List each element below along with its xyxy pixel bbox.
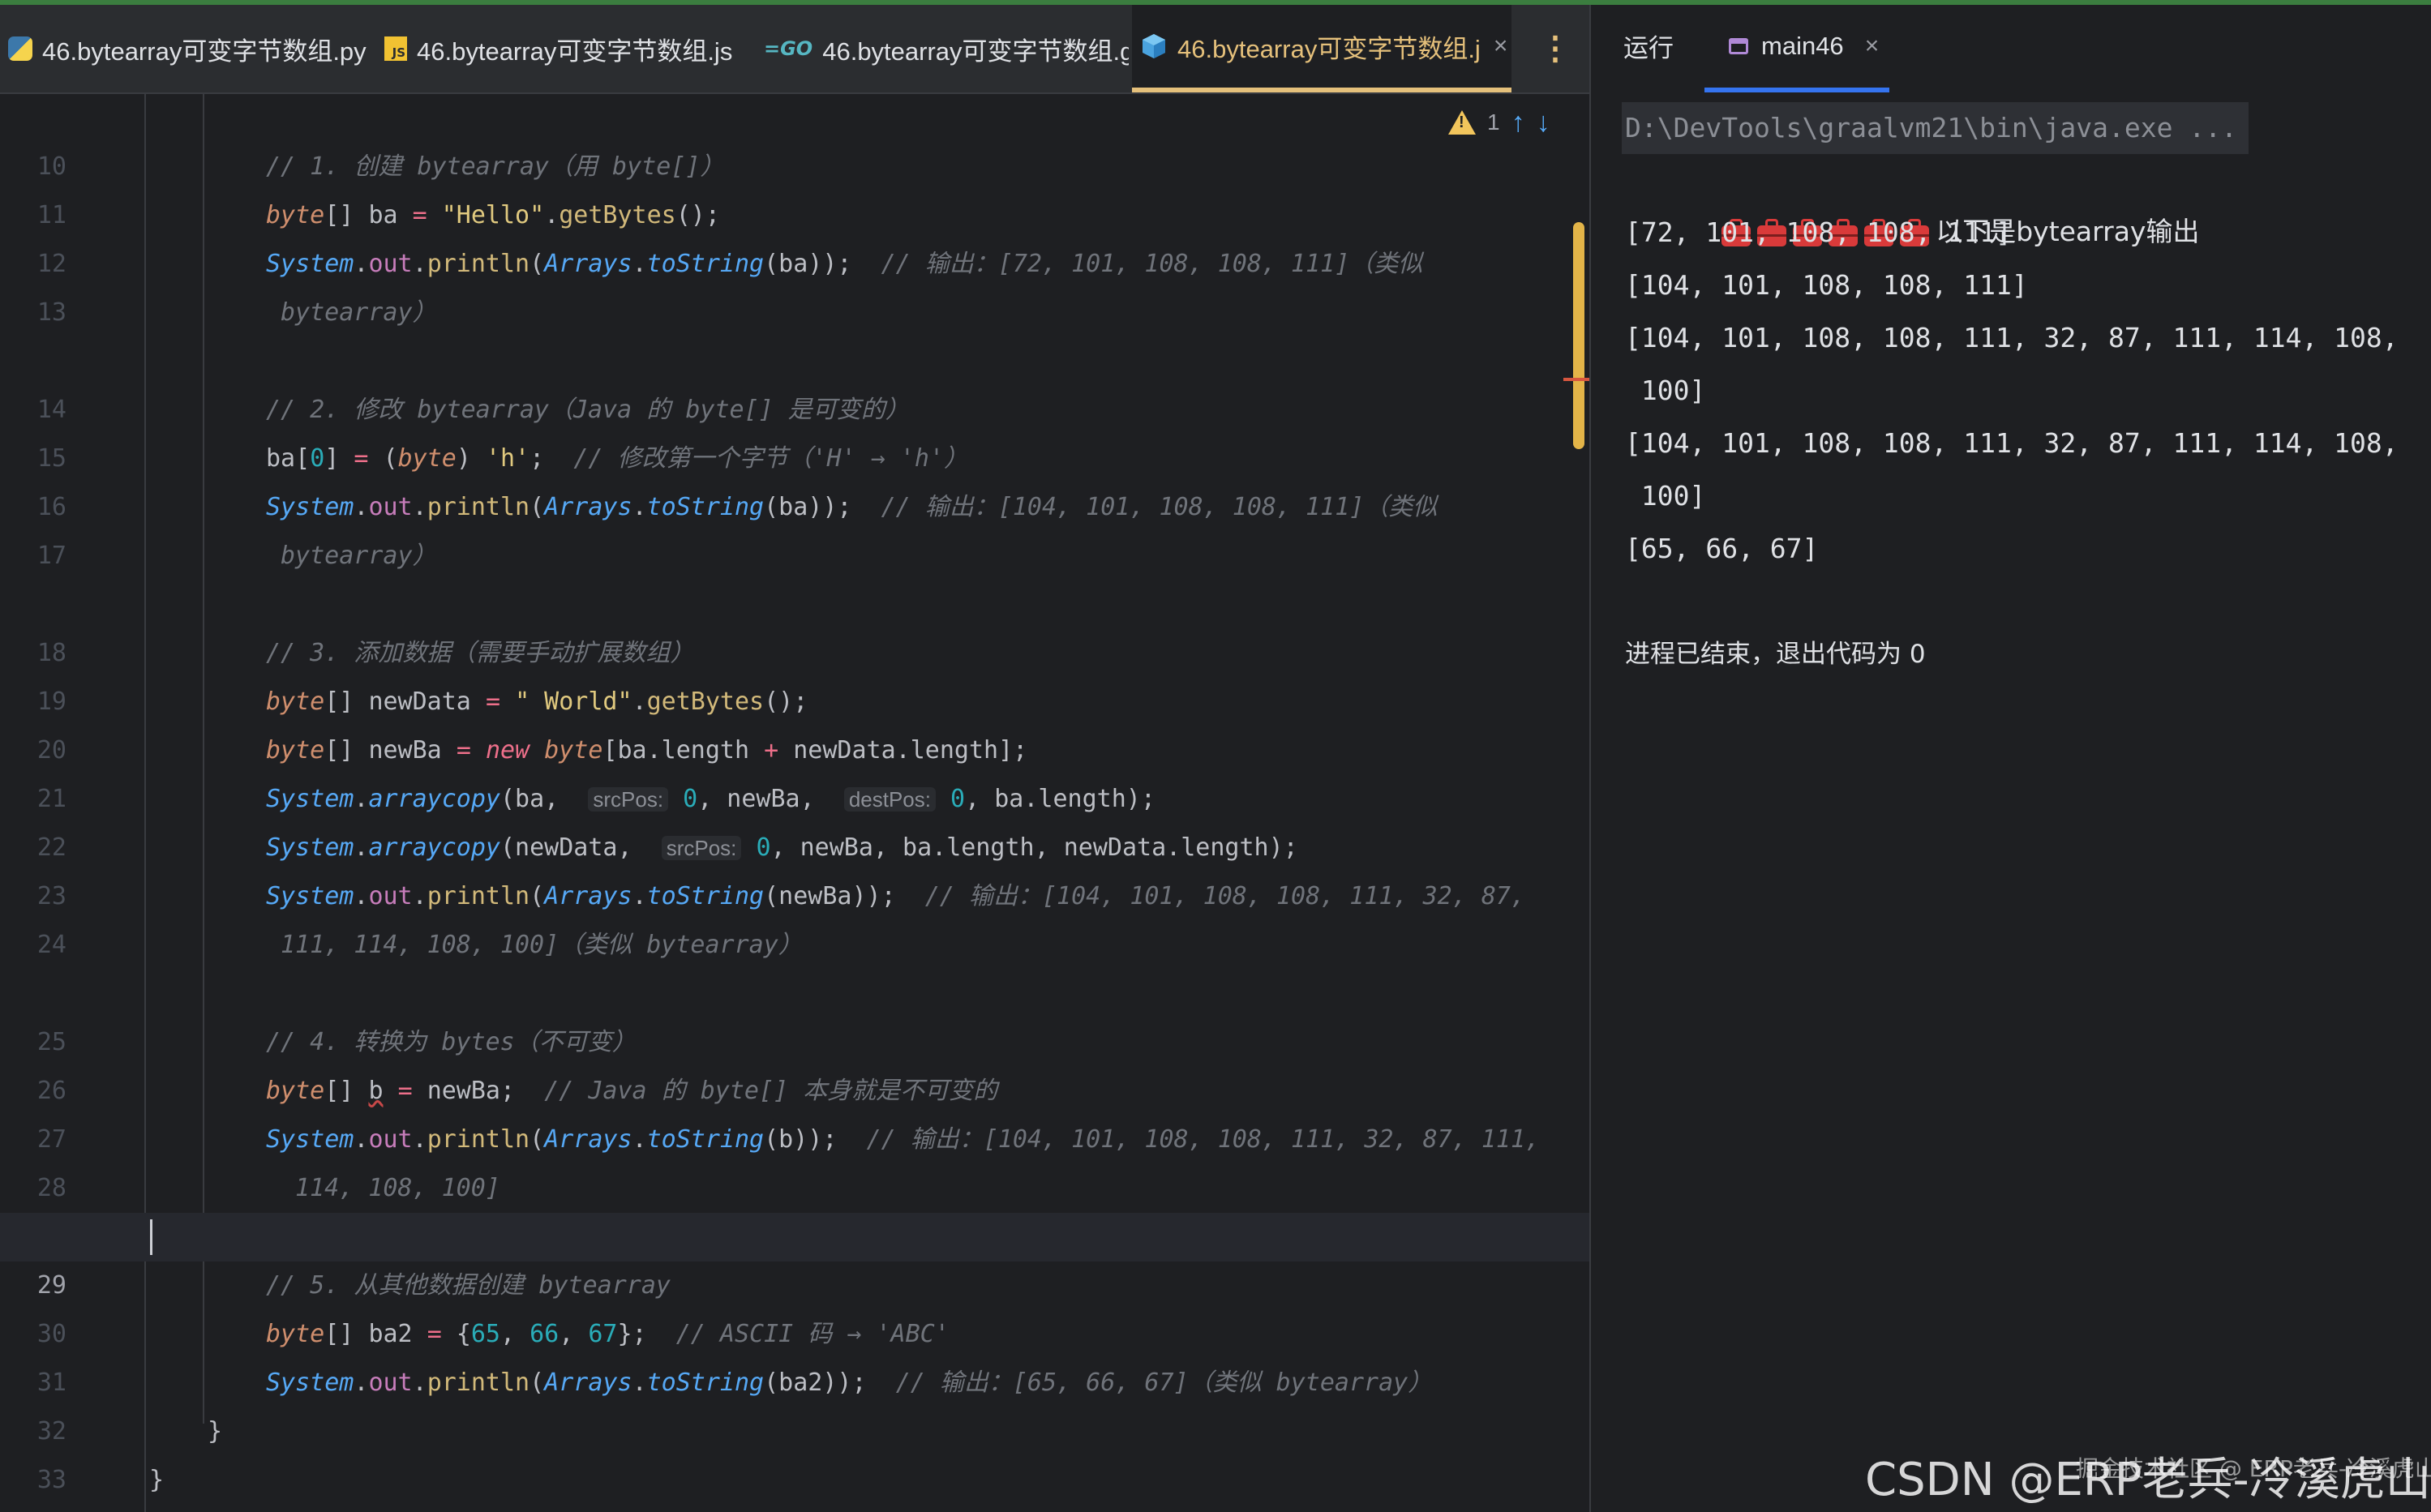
close-icon[interactable]: × <box>1494 32 1508 60</box>
code-line: 18 <box>0 580 1589 667</box>
javascript-file-icon: JS <box>384 36 407 61</box>
text-caret <box>150 1219 152 1255</box>
tab-python-file[interactable]: 46.bytearray可变字节数组.py <box>0 5 371 92</box>
code-editor[interactable]: 1 ↑ ↓ 10 11 // 1. 创建 bytearray（用 byte[]）… <box>0 94 1589 1512</box>
tab-label: 46.bytearray可变字节数组.j <box>1177 34 1481 63</box>
comment: // 输出：[72, 101, 108, 108, 111]（类似 <box>881 250 1423 278</box>
juejin-watermark: 掘金技术社区 @ ERP老兵-冷溪虎山 <box>2076 1455 2431 1482</box>
comment: // 2. 修改 bytearray（Java 的 byte[] 是可变的） <box>266 396 910 424</box>
current-code-line[interactable]: 29 <box>0 1213 1589 1300</box>
code-line: 16 ba[0] = (byte) 'h'; // 修改第一个字节（'H' → … <box>0 435 1589 521</box>
comment: // 5. 从其他数据创建 bytearray <box>266 1271 671 1300</box>
code-line: 11 // 1. 创建 bytearray（用 byte[]） <box>0 143 1589 229</box>
close-icon[interactable]: × <box>1865 32 1880 60</box>
code-line: 25 <box>0 970 1589 1056</box>
run-panel-title: 运行 <box>1623 34 1674 62</box>
code-line-wrap: bytearray） <box>0 532 1589 580</box>
code-line: 24 System.out.println(Arrays.toString(ne… <box>0 872 1589 959</box>
console-line: 以下是bytearray输出 <box>1625 154 2199 247</box>
comment: 111, 114, 108, 100]（类似 bytearray） <box>281 931 803 959</box>
console-exit-line: 进程已结束，退出代码为 0 <box>1625 640 1926 669</box>
code-line: 26 // 4. 转换为 bytes（不可变） <box>0 1018 1589 1105</box>
comment: bytearray） <box>281 298 437 327</box>
editor-tab-bar: 46.bytearray可变字节数组.py JS 46.bytearray可变字… <box>0 5 1589 94</box>
code-line: 31 byte[] ba2 = {65, 66, 67}; // ASCII 码… <box>0 1310 1589 1397</box>
string-literal: "Hello" <box>441 201 545 229</box>
line-number: 34 <box>0 1505 66 1512</box>
console-line: [72, 101, 108, 108, 111] <box>1625 216 2012 248</box>
tab-label: 46.bytearray可变字节数组.py <box>42 36 367 66</box>
console-line: 100] <box>1625 375 1706 406</box>
comment: // 输出：[104, 101, 108, 108, 111]（类似 <box>881 493 1438 521</box>
comment: // ASCII 码 → 'ABC' <box>675 1320 950 1348</box>
console-line: [104, 101, 108, 108, 111, 32, 87, 111, 1… <box>1625 427 2399 459</box>
comment: // 输出：[104, 101, 108, 108, 111, 32, 87, … <box>866 1125 1541 1154</box>
code-line: 22 System.arraycopy(ba, srcPos: 0, newBa… <box>0 775 1589 862</box>
python-file-icon <box>8 36 32 61</box>
java-file-icon <box>1140 32 1168 60</box>
comment: bytearray） <box>281 542 437 570</box>
char-literal: 'h' <box>485 444 530 473</box>
comment: // 3. 添加数据（需要手动扩展数组） <box>266 639 695 667</box>
comment: // 输出：[65, 66, 67]（类似 bytearray） <box>895 1369 1433 1397</box>
tab-label: 46.bytearray可变字节数组.js <box>417 36 733 66</box>
code-line: 19 // 3. 添加数据（需要手动扩展数组） <box>0 629 1589 716</box>
code-line-wrap: bytearray） <box>0 289 1589 337</box>
code-line: 33 } <box>0 1407 1589 1494</box>
run-tab-label: main46 <box>1761 32 1844 60</box>
console-line: [104, 101, 108, 108, 111] <box>1625 269 2028 301</box>
go-file-icon: =GO <box>764 37 813 60</box>
comment: // 4. 转换为 bytes（不可变） <box>266 1028 637 1056</box>
parameter-hint: srcPos: <box>588 787 669 812</box>
tab-label: 46.bytearray可变字节数组.go <box>822 36 1129 66</box>
comment: // Java 的 byte[] 本身就是不可变的 <box>544 1077 998 1105</box>
code-line: 20 byte[] newData = " World".getBytes(); <box>0 678 1589 765</box>
more-tabs-icon[interactable]: ⋮ <box>1539 5 1571 92</box>
comment: 114, 108, 100] <box>295 1174 500 1202</box>
parameter-hint: destPos: <box>843 787 936 812</box>
code-line: 34 } <box>0 1456 1589 1505</box>
comment: // 修改第一个字节（'H' → 'h'） <box>573 444 969 473</box>
code-line: 10 <box>0 94 1589 181</box>
code-line: 30 // 5. 从其他数据创建 bytearray <box>0 1261 1589 1348</box>
code-line: 23 System.arraycopy(newData, srcPos: 0, … <box>0 824 1589 910</box>
code-line: 13 System.out.println(Arrays.toString(ba… <box>0 240 1589 327</box>
code-line: 12 byte[] ba = "Hello".getBytes(); <box>0 191 1589 278</box>
code-line: 17 System.out.println(Arrays.toString(ba… <box>0 483 1589 570</box>
code-line-wrap: 114, 108, 100] <box>0 1164 1589 1213</box>
console-command-line[interactable]: D:\DevTools\graalvm21\bin\java.exe ... <box>1622 102 2249 154</box>
console-line: [104, 101, 108, 108, 111, 32, 87, 111, 1… <box>1625 322 2399 353</box>
code-line: 27 byte[] b = newBa; // Java 的 byte[] 本身… <box>0 1067 1589 1154</box>
code-line: 32 System.out.println(Arrays.toString(ba… <box>0 1359 1589 1446</box>
tab-java-file[interactable]: 46.bytearray可变字节数组.j × <box>1132 5 1511 92</box>
tab-main46[interactable]: main46 × <box>1704 5 1889 92</box>
code-line: 28 System.out.println(Arrays.toString(b)… <box>0 1116 1589 1202</box>
comment: // 输出：[104, 101, 108, 108, 111, 32, 87, <box>924 882 1526 910</box>
tab-go-file[interactable]: =GO 46.bytearray可变字节数组.go <box>756 5 1129 92</box>
run-config-icon <box>1729 38 1748 54</box>
run-tool-window: 运行 main46 × D:\DevTools\graalvm21\bin\ja… <box>1589 5 2431 1512</box>
code-line-wrap: 111, 114, 108, 100]（类似 bytearray） <box>0 921 1589 970</box>
console-line: [65, 66, 67] <box>1625 533 1819 564</box>
string-literal: " World" <box>515 687 632 716</box>
tab-javascript-file[interactable]: JS 46.bytearray可变字节数组.js <box>376 5 749 92</box>
code-line: 14 <box>0 337 1589 424</box>
run-tab-bar: 运行 main46 × <box>1591 5 2431 94</box>
parameter-hint: srcPos: <box>661 836 742 860</box>
code-line: 15 // 2. 修改 bytearray（Java 的 byte[] 是可变的… <box>0 386 1589 473</box>
code-line: 21 byte[] newBa = new byte[ba.length + n… <box>0 726 1589 813</box>
console-line: 100] <box>1625 480 1706 512</box>
comment: // 1. 创建 bytearray（用 byte[]） <box>266 152 725 181</box>
